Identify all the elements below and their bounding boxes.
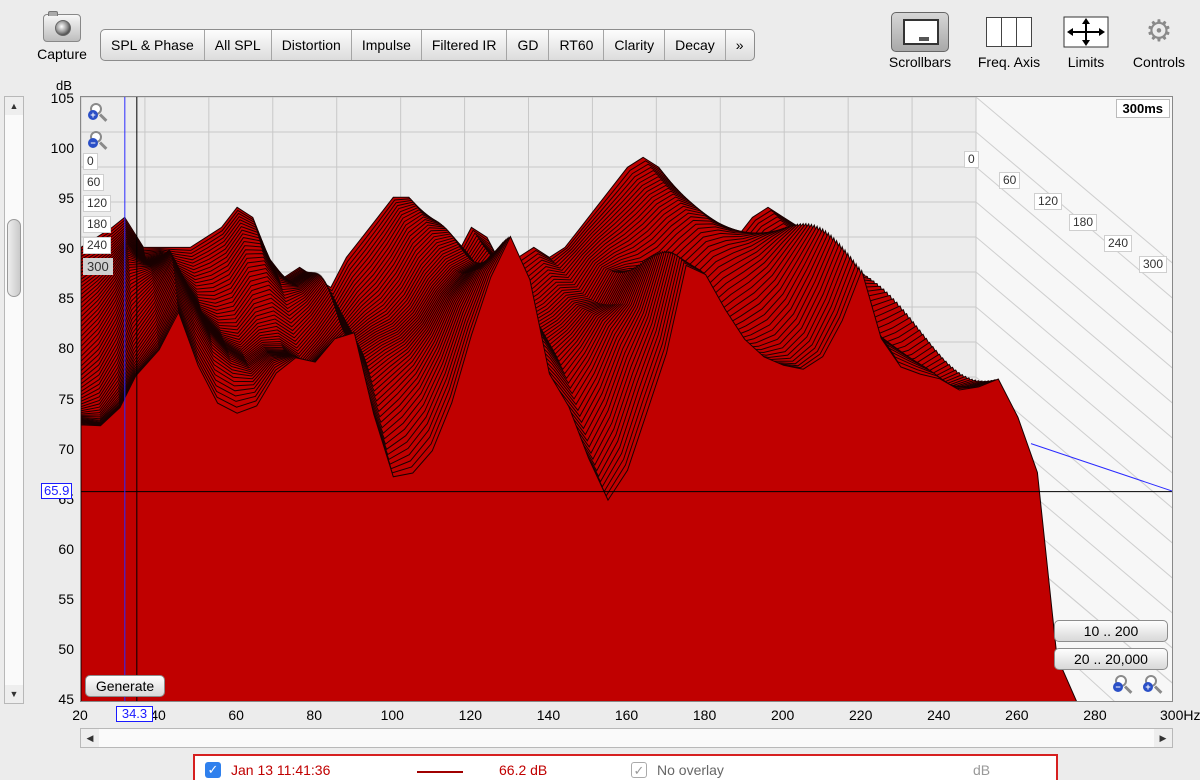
x-tick-label: 240 [927, 707, 951, 723]
capture-button[interactable]: Capture [30, 11, 94, 62]
horizontal-scrollbar[interactable]: ◀ ▶ [80, 728, 1173, 748]
x-tick-label: 60 [228, 707, 244, 723]
controls-button[interactable]: ⚙ Controls [1126, 14, 1192, 70]
x-tick-label: 220 [849, 707, 873, 723]
zoom-out-icon[interactable]: − [88, 131, 110, 151]
camera-icon [43, 11, 81, 42]
overlay-checkbox[interactable]: ✓ [631, 762, 647, 778]
y-tick-label: 50 [58, 640, 74, 657]
limits-button[interactable]: Limits [1060, 14, 1112, 70]
x-tick-label: 160 [614, 707, 639, 723]
time-axis-label-right: 180 [1069, 214, 1098, 231]
tab-decay[interactable]: Decay [665, 30, 726, 60]
y-tick-label: 60 [58, 540, 74, 557]
scrollbars-icon [891, 12, 949, 52]
x-cursor-readout: 34.3 [116, 706, 153, 722]
measurement-value: 66.2 dB [499, 762, 548, 778]
time-axis-label-right: 240 [1104, 235, 1133, 252]
view-tabs: SPL & Phase All SPL Distortion Impulse F… [100, 29, 755, 61]
x-zoom-out-icon[interactable]: − [1113, 675, 1135, 695]
x-tick-label: 120 [458, 707, 483, 723]
scroll-left-arrow-icon[interactable]: ◀ [81, 729, 99, 747]
tab-more[interactable]: » [726, 30, 754, 60]
scroll-up-arrow-icon[interactable]: ▲ [5, 97, 23, 115]
limits-icon [1063, 16, 1109, 48]
gear-icon: ⚙ [1145, 15, 1173, 48]
y-tick-label: 75 [58, 390, 74, 407]
legend-panel: ✓ Jan 13 11:41:36 66.2 dB ✓ No overlay d… [193, 754, 1058, 780]
overlay-label: No overlay [657, 762, 724, 778]
y-tick-label: 70 [58, 440, 74, 457]
tab-clarity[interactable]: Clarity [604, 30, 666, 60]
cursor-projection-line [1030, 443, 1172, 492]
limits-label: Limits [1067, 54, 1105, 70]
vertical-scrollbar[interactable]: ▲ ▼ [4, 96, 24, 704]
measurement-name: Jan 13 11:41:36 [231, 762, 331, 778]
freq-axis-button[interactable]: Freq. Axis [972, 14, 1046, 70]
scroll-down-arrow-icon[interactable]: ▼ [5, 685, 23, 703]
tab-all-spl[interactable]: All SPL [205, 30, 272, 60]
x-tick-label: 300Hz [1160, 707, 1200, 723]
scrollbars-button[interactable]: Scrollbars [884, 12, 956, 70]
x-tick-label: 20 [72, 707, 88, 723]
y-tick-label: 95 [58, 190, 74, 207]
y-tick-label: 80 [58, 340, 74, 357]
x-tick-label: 80 [306, 707, 322, 723]
controls-label: Controls [1132, 54, 1186, 70]
overlay-unit: dB [973, 762, 991, 778]
x-tick-label: 140 [536, 707, 561, 723]
tab-impulse[interactable]: Impulse [352, 30, 422, 60]
tab-rt60[interactable]: RT60 [549, 30, 605, 60]
time-axis-label-left: 60 [83, 174, 105, 191]
time-span-badge: 300ms [1115, 99, 1170, 118]
time-axis-label-right: 120 [1034, 193, 1063, 210]
x-tick-label: 260 [1005, 707, 1029, 723]
generate-button[interactable]: Generate [85, 675, 165, 697]
x-tick-label: 280 [1083, 707, 1107, 723]
x-tick-label: 200 [770, 707, 795, 723]
time-axis-label-left: 120 [83, 195, 112, 212]
freq-axis-icon [986, 17, 1032, 47]
freq-axis-label: Freq. Axis [977, 54, 1041, 70]
y-tick-label: 105 [50, 90, 74, 106]
x-tick-label: 100 [380, 707, 404, 723]
time-axis-label-left: 300 [83, 258, 113, 275]
y-tick-label: 55 [58, 590, 74, 607]
y-tick-label: 45 [58, 691, 74, 707]
time-axis-label-right: 60 [999, 172, 1021, 189]
tab-spl-phase[interactable]: SPL & Phase [101, 30, 205, 60]
y-tick-label: 85 [58, 290, 74, 307]
tab-filtered-ir[interactable]: Filtered IR [422, 30, 508, 60]
scroll-right-arrow-icon[interactable]: ▶ [1154, 729, 1172, 747]
time-axis-label-left: 0 [83, 153, 98, 170]
range-10-200-button[interactable]: 10 .. 200 [1054, 620, 1168, 642]
x-zoom-in-icon[interactable]: + [1143, 675, 1165, 695]
time-axis-label-left: 240 [83, 237, 112, 254]
vertical-scroll-thumb[interactable] [7, 219, 21, 297]
y-tick-label: 100 [50, 140, 74, 157]
x-tick-label: 180 [692, 707, 717, 723]
capture-label: Capture [37, 46, 87, 62]
y-tick-label: 90 [58, 240, 74, 257]
tab-distortion[interactable]: Distortion [272, 30, 352, 60]
tab-gd[interactable]: GD [507, 30, 550, 60]
time-axis-label-left: 180 [83, 216, 112, 233]
time-axis-label-right: 0 [964, 151, 979, 168]
scrollbars-label: Scrollbars [888, 54, 952, 70]
y-cursor-readout: 65.9 [41, 483, 73, 499]
time-axis-label-right: 300 [1139, 256, 1168, 273]
waterfall-plot[interactable]: 0 0 60 60 120 120 180 180 240 240 300 300 300ms + −… [80, 96, 1173, 702]
series-color-swatch [417, 771, 463, 773]
zoom-in-icon[interactable]: + [88, 103, 110, 123]
measurement-checkbox[interactable]: ✓ [205, 762, 221, 778]
range-20-20000-button[interactable]: 20 .. 20,000 [1054, 648, 1168, 670]
grid-line [975, 166, 1172, 334]
